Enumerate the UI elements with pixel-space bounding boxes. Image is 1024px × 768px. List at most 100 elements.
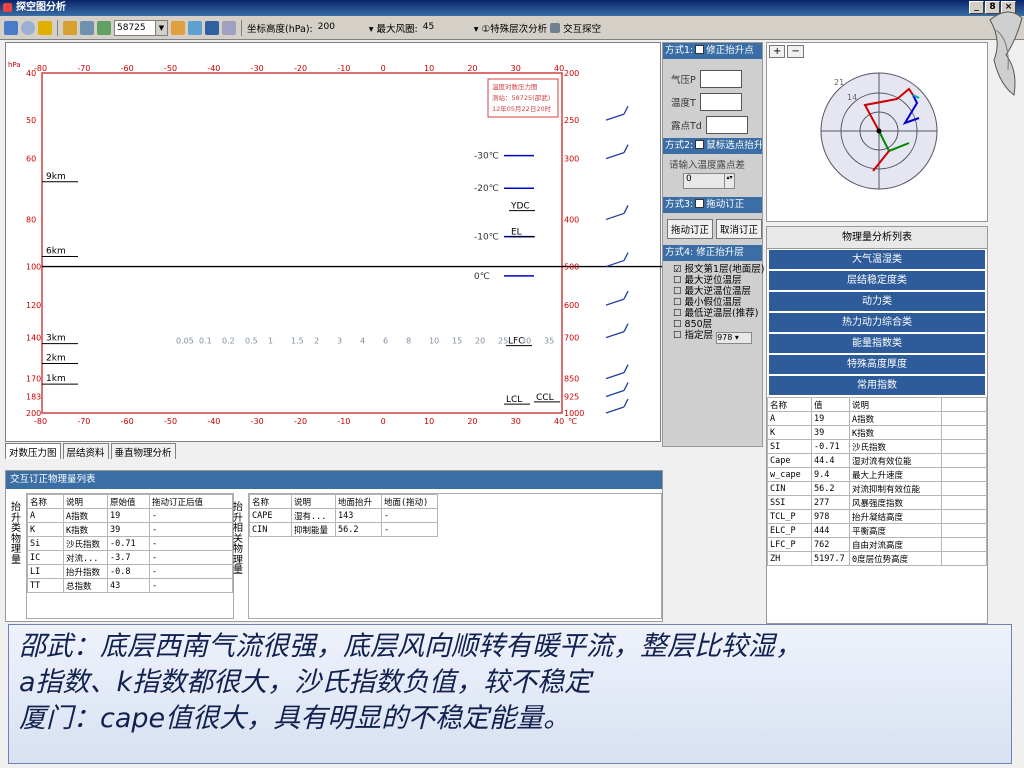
dewpoint-diff-spinner[interactable]: 0 ▴▾ xyxy=(683,173,735,189)
drag-correct-button[interactable]: 拖动订正 xyxy=(667,219,713,239)
table-row[interactable]: K K指数 39- xyxy=(27,522,233,537)
table-row[interactable]: ZH 5197.7 0度层位势高度 xyxy=(767,551,987,566)
category-common-index[interactable]: 常用指数 xyxy=(769,376,985,396)
option-row[interactable]: ☐ 最小假位温层 xyxy=(673,297,762,308)
table-row[interactable]: w_cape 9.4 最大上升速度 xyxy=(767,467,987,482)
disk-icon[interactable] xyxy=(205,20,219,35)
table-row[interactable]: CAPE 湿有... 143- xyxy=(249,508,438,523)
mixing-ratio-label: 25 xyxy=(498,337,508,346)
tab-stratification[interactable]: 层结资料 xyxy=(62,443,109,459)
table-row[interactable]: CIN 56.2 对流抑制有效位能 xyxy=(767,481,987,496)
pin-icon[interactable] xyxy=(63,20,77,35)
col-corrected[interactable]: 拖动订正后值 xyxy=(149,494,233,509)
interactive-sounding-button[interactable]: 交互探空 xyxy=(563,21,601,35)
zoom-controls: + − xyxy=(769,45,804,58)
table-row[interactable]: TCL_P 978 抬升凝结高度 xyxy=(767,509,987,524)
table-cell: Si xyxy=(27,536,64,551)
mode3-checkbox[interactable] xyxy=(695,199,705,208)
table-cell: - xyxy=(149,550,233,565)
special-layer-button[interactable]: ▾ ①特殊层次分析 xyxy=(474,21,547,35)
tab-log-pressure[interactable]: 对数压力图 xyxy=(5,443,61,459)
globe-icon[interactable] xyxy=(21,20,35,35)
dewpoint-input[interactable] xyxy=(705,115,748,134)
table-row[interactable]: ELC_P 444 平衡高度 xyxy=(767,523,987,538)
cancel-correct-button[interactable]: 取消订正 xyxy=(716,219,762,239)
table-row[interactable]: CIN 抑制能量 56.2- xyxy=(249,522,438,537)
col-name[interactable]: 名称 xyxy=(27,494,64,509)
category-special-height[interactable]: 特殊高度厚度 xyxy=(769,355,985,375)
option-row[interactable]: ☐ 850层 xyxy=(673,319,762,330)
minimize-button[interactable]: _ xyxy=(969,1,984,14)
table-row[interactable]: A A指数 19- xyxy=(27,508,233,523)
specified-layer-select[interactable]: 978 ▾ xyxy=(716,332,753,344)
height-label: 坐标高度(hPa): xyxy=(247,23,313,35)
table-cell: 平衡高度 xyxy=(849,523,942,538)
category-humidity[interactable]: 大气温湿类 xyxy=(769,250,985,270)
table-row[interactable]: LFC_P 762 自由对流高度 xyxy=(767,537,987,552)
station-select[interactable]: 58725 ▼ xyxy=(114,19,168,36)
table-cell: 抬升指数 xyxy=(63,564,108,579)
mode2-checkbox[interactable] xyxy=(695,140,705,149)
height-tick-left: 183 xyxy=(26,393,41,402)
table-row[interactable]: Cape 44.4 湿对流有效位能 xyxy=(767,453,987,468)
zoom-in-button[interactable]: + xyxy=(769,45,786,58)
col-name[interactable]: 名称 xyxy=(767,397,812,412)
max-wind-select[interactable]: 45 xyxy=(421,20,471,36)
edit-icon[interactable] xyxy=(97,20,111,35)
temp-tick-top: 0 xyxy=(381,64,386,73)
drag-button-row: 拖动订正 取消订正 xyxy=(663,213,762,239)
table-row[interactable]: IC 对流... -3.7- xyxy=(27,550,233,565)
option-row[interactable]: ☐ 指定层 978 ▾ xyxy=(673,330,762,344)
col-surface[interactable]: 地面抬升 xyxy=(335,494,382,509)
col-desc[interactable]: 说明 xyxy=(291,494,336,509)
grid-icon[interactable] xyxy=(4,20,18,35)
open-folder-icon[interactable] xyxy=(171,20,185,35)
table-row[interactable]: Si 沙氏指数 -0.71- xyxy=(27,536,233,551)
download-icon[interactable] xyxy=(188,20,202,35)
category-thermo-dynamic[interactable]: 热力动力综合类 xyxy=(769,313,985,333)
col-name[interactable]: 名称 xyxy=(249,494,292,509)
table-cell: - xyxy=(149,522,233,537)
layers-icon[interactable] xyxy=(38,20,52,35)
col-orig[interactable]: 原始值 xyxy=(107,494,150,509)
col-desc[interactable]: 说明 xyxy=(63,494,108,509)
table-row[interactable]: A 19 A指数 xyxy=(767,411,987,426)
temperature-input[interactable] xyxy=(699,92,742,111)
table-cell: A xyxy=(27,508,64,523)
mode1-checkbox[interactable] xyxy=(695,45,705,54)
col-value[interactable]: 值 xyxy=(811,397,850,412)
category-energy[interactable]: 能量指数类 xyxy=(769,334,985,354)
option-row[interactable]: ☑ 报文第1层(地面层) xyxy=(673,264,765,275)
table-cell xyxy=(941,439,987,454)
table-row[interactable]: TT 总指数 43- xyxy=(27,578,233,593)
unit-hpa-label: hPa xyxy=(8,61,21,69)
table-row[interactable]: K 39 K指数 xyxy=(767,425,987,440)
wind-barb-tick xyxy=(623,205,629,214)
table-cell: A指数 xyxy=(849,411,942,426)
option-row[interactable]: ☐ 最大逆位温层 xyxy=(673,275,762,286)
col-desc[interactable]: 说明 xyxy=(849,397,942,412)
tab-vertical-analysis[interactable]: 垂直物理分析 xyxy=(110,443,176,459)
copy-icon[interactable] xyxy=(222,20,236,35)
pressure-input[interactable] xyxy=(699,69,742,88)
skewt-chart-panel[interactable]: hPa -80 -80 -70 -70 -60 -60 -50 -50 -40 -40 -30 -30-… xyxy=(5,42,662,443)
zoom-out-button[interactable]: − xyxy=(787,45,804,58)
option-row[interactable]: ☐ 最低逆温层(推荐) xyxy=(673,308,762,319)
table-cell: IC xyxy=(27,550,64,565)
col-surface-drag[interactable]: 地面(拖动) xyxy=(381,494,438,509)
altitude-label: 9km xyxy=(46,172,66,182)
skewt-chart[interactable]: hPa -80-80-70-70-60-60-50-50-40-40-30-30-… xyxy=(6,43,662,443)
spinner-arrows-icon[interactable]: ▴▾ xyxy=(724,174,734,188)
option-row[interactable]: ☐ 最大逆温位温层 xyxy=(673,286,762,297)
height-select[interactable]: 200 xyxy=(316,20,366,36)
category-dynamic[interactable]: 动力类 xyxy=(769,292,985,312)
category-stability[interactable]: 层结稳定度类 xyxy=(769,271,985,291)
table-row[interactable]: SI -0.71 沙氏指数 xyxy=(767,439,987,454)
table-row[interactable]: LI 抬升指数 -0.8- xyxy=(27,564,233,579)
table-row[interactable]: SSI 277 风暴强度指数 xyxy=(767,495,987,510)
rlist-title: 物理量分析列表 xyxy=(767,227,987,249)
bpanel-body: 抬升类物理量 名称 说明 原始值 拖动订正后值 A A指数 19- K K指数 39- Si… xyxy=(6,493,662,621)
save-icon[interactable] xyxy=(80,20,94,35)
option-label: 850层 xyxy=(684,319,713,330)
table-cell: 0度层位势高度 xyxy=(849,551,942,566)
